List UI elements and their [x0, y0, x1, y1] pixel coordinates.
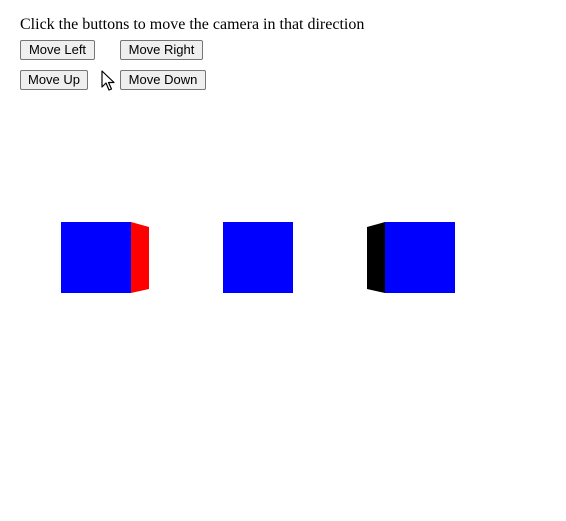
left-cube: [61, 222, 149, 293]
scene-canvas: [61, 222, 455, 293]
move-down-button[interactable]: Move Down: [120, 70, 206, 90]
left-cube-front-face: [61, 222, 131, 293]
instructions-text: Click the buttons to move the camera in …: [20, 16, 365, 33]
right-cube-side-face: [367, 222, 385, 293]
right-cube: [367, 222, 455, 293]
move-left-button[interactable]: Move Left: [20, 40, 95, 60]
left-cube-side-face: [131, 222, 149, 293]
arrow-cursor-icon: [101, 70, 115, 91]
move-right-button[interactable]: Move Right: [120, 40, 203, 60]
move-up-button[interactable]: Move Up: [20, 70, 88, 90]
right-cube-front-face: [385, 222, 455, 293]
center-cube: [223, 222, 293, 293]
center-cube-front-face: [223, 222, 293, 293]
